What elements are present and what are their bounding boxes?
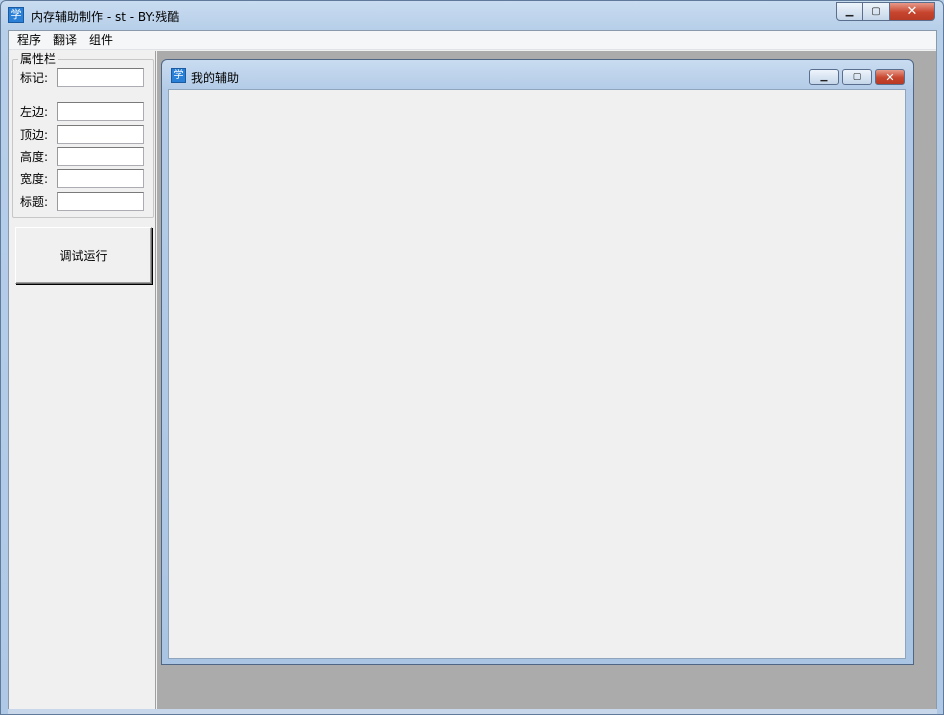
- debug-run-button[interactable]: 调试运行: [15, 227, 152, 284]
- child-window[interactable]: 学 我的辅助 ▁ ▢ ✕: [161, 59, 914, 665]
- property-group-title: 属性栏: [18, 52, 59, 66]
- child-minimize-button[interactable]: ▁: [809, 69, 839, 85]
- client-area: 程序 翻译 组件 属性栏 标记: 左边: 顶边: 高度: 宽度: 标题: 调试运: [8, 30, 937, 711]
- label-height: 高度:: [20, 150, 49, 164]
- child-client-area[interactable]: [168, 89, 906, 659]
- main-window: 学 内存辅助制作 - st - BY:残酷 ▁ ▢ ✕ 程序 翻译 组件 属性栏…: [0, 0, 944, 715]
- maximize-icon: ▢: [871, 6, 881, 17]
- title-input[interactable]: [57, 192, 144, 211]
- title-bar[interactable]: 学 内存辅助制作 - st - BY:残酷 ▁ ▢ ✕: [1, 1, 943, 31]
- width-input[interactable]: [57, 169, 144, 188]
- label-title: 标题:: [20, 195, 49, 209]
- bottom-border: [8, 709, 937, 714]
- menu-translate[interactable]: 翻译: [47, 31, 83, 50]
- label-width: 宽度:: [20, 172, 49, 186]
- maximize-button[interactable]: ▢: [863, 2, 890, 21]
- property-groupbox: 属性栏 标记: 左边: 顶边: 高度: 宽度: 标题:: [12, 52, 154, 218]
- property-panel: 属性栏 标记: 左边: 顶边: 高度: 宽度: 标题: 调试运行: [9, 51, 156, 711]
- close-icon: ✕: [885, 70, 895, 84]
- label-top: 顶边:: [20, 128, 49, 142]
- app-icon[interactable]: 学: [8, 7, 24, 23]
- child-app-icon: 学: [171, 68, 186, 83]
- maximize-icon: ▢: [852, 72, 862, 82]
- top-input[interactable]: [57, 125, 144, 144]
- design-workspace: 学 我的辅助 ▁ ▢ ✕: [157, 51, 936, 711]
- window-title: 内存辅助制作 - st - BY:残酷: [31, 10, 180, 24]
- label-tag: 标记:: [20, 71, 49, 85]
- height-input[interactable]: [57, 147, 144, 166]
- left-input[interactable]: [57, 102, 144, 121]
- menu-program[interactable]: 程序: [11, 31, 47, 50]
- menu-bar: 程序 翻译 组件: [9, 31, 936, 50]
- tag-input[interactable]: [57, 68, 144, 87]
- minimize-icon: ▁: [845, 6, 854, 17]
- child-caption-buttons: ▁ ▢ ✕: [809, 69, 905, 85]
- caption-buttons: ▁ ▢ ✕: [836, 2, 935, 21]
- label-left: 左边:: [20, 105, 49, 119]
- child-close-button[interactable]: ✕: [875, 69, 905, 85]
- child-title-bar[interactable]: 学 我的辅助 ▁ ▢ ✕: [162, 60, 913, 90]
- child-maximize-button[interactable]: ▢: [842, 69, 872, 85]
- close-icon: ✕: [906, 4, 918, 19]
- minimize-icon: ▁: [820, 72, 828, 82]
- menu-components[interactable]: 组件: [83, 31, 119, 50]
- minimize-button[interactable]: ▁: [836, 2, 863, 21]
- close-button[interactable]: ✕: [890, 2, 935, 21]
- child-window-title: 我的辅助: [191, 71, 240, 85]
